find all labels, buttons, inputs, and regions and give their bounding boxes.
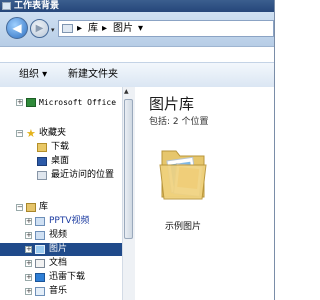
- sidebar-item-label: 图片: [49, 244, 68, 254]
- sidebar-item-microsoft-office[interactable]: + Microsoft Office: [0, 96, 122, 109]
- sidebar-item-downloads[interactable]: 下载: [0, 141, 122, 154]
- collapse-icon[interactable]: −: [16, 204, 23, 211]
- scrollbar-thumb[interactable]: [124, 99, 133, 239]
- window-title: 工作表背景: [14, 1, 60, 11]
- expand-icon[interactable]: +: [25, 260, 32, 267]
- back-button[interactable]: ◀: [6, 17, 28, 39]
- breadcrumb-library[interactable]: 库: [88, 21, 98, 36]
- sidebar-item-pictures[interactable]: + 图片: [0, 243, 122, 256]
- expand-icon[interactable]: +: [25, 288, 32, 295]
- desktop-icon: [37, 157, 47, 166]
- sidebar-item-label: 迅雷下载: [49, 272, 86, 282]
- sidebar-item-libraries[interactable]: − 库: [0, 201, 122, 214]
- sidebar-item-favorites[interactable]: − ★ 收藏夹: [0, 127, 122, 140]
- folder-icon: [159, 150, 207, 200]
- pictures-library-icon: [35, 245, 45, 254]
- recent-places-icon: [37, 171, 47, 180]
- page-title: 图片库: [149, 95, 195, 113]
- thunder-icon: [35, 273, 45, 282]
- star-icon: ★: [26, 127, 36, 140]
- command-bar: 组织 ▾ 新建文件夹: [0, 62, 274, 88]
- folder-icon: [2, 2, 11, 10]
- sidebar-item-documents[interactable]: + 文档: [0, 257, 122, 270]
- back-arrow-icon: ◀: [12, 21, 22, 35]
- music-library-icon: [35, 287, 45, 296]
- forward-arrow-icon: ▶: [35, 23, 44, 34]
- sidebar-item-label: 下载: [51, 142, 70, 152]
- expand-icon[interactable]: +: [25, 246, 32, 253]
- breadcrumb-separator: ▸: [77, 23, 83, 34]
- expand-icon[interactable]: +: [25, 218, 32, 225]
- navigation-pane: + Microsoft Office − ★ 收藏夹 下载 桌面 最近访问的位置…: [0, 87, 122, 300]
- sidebar-item-label: 最近访问的位置: [51, 170, 115, 180]
- sidebar-item-label: Microsoft Office: [39, 98, 117, 107]
- documents-library-icon: [35, 259, 45, 268]
- breadcrumb-pictures[interactable]: 图片: [113, 21, 133, 36]
- sidebar-item-desktop[interactable]: 桌面: [0, 155, 122, 168]
- sidebar-item-label: 音乐: [49, 286, 68, 296]
- content-pane: 图片库 包括: 2 个位置 示例图片: [135, 87, 274, 300]
- explorer-window: 工作表背景 ◀ ▶ ▾ ▸ 库 ▸ 图片 ▾ 组织 ▾ 新建文件夹 + Micr…: [0, 0, 275, 300]
- sidebar-item-label: PPTV视频: [49, 216, 90, 226]
- expand-icon[interactable]: +: [16, 99, 23, 106]
- navigation-bar: ◀ ▶ ▾ ▸ 库 ▸ 图片 ▾: [0, 12, 274, 47]
- expand-icon[interactable]: +: [25, 274, 32, 281]
- sidebar-item-label: 收藏夹: [39, 128, 67, 138]
- expand-icon[interactable]: +: [25, 232, 32, 239]
- sidebar-item-label: 文档: [49, 258, 68, 268]
- organize-button[interactable]: 组织 ▾: [19, 63, 47, 87]
- sidebar-item-pptv[interactable]: + PPTV视频: [0, 215, 122, 228]
- folder-label[interactable]: 示例图片: [165, 219, 201, 232]
- office-icon: [26, 98, 36, 107]
- recent-pages-dropdown[interactable]: ▾: [51, 26, 55, 34]
- sidebar-item-videos[interactable]: + 视频: [0, 229, 122, 242]
- video-library-icon: [35, 231, 45, 240]
- forward-button[interactable]: ▶: [30, 19, 49, 38]
- navigation-pane-scrollbar[interactable]: ▲: [122, 87, 135, 300]
- scroll-up-icon[interactable]: ▲: [124, 88, 129, 95]
- address-bar[interactable]: ▸ 库 ▸ 图片 ▾: [58, 20, 274, 37]
- library-icon: [26, 203, 36, 212]
- collapse-icon[interactable]: −: [16, 130, 23, 137]
- sidebar-item-thunder-downloads[interactable]: + 迅雷下载: [0, 271, 122, 284]
- sidebar-item-music[interactable]: + 音乐: [0, 285, 122, 298]
- library-locations-label[interactable]: 包括: 2 个位置: [149, 114, 208, 127]
- new-folder-button[interactable]: 新建文件夹: [68, 63, 118, 87]
- sidebar-item-recent-places[interactable]: 最近访问的位置: [0, 169, 122, 182]
- sidebar-item-label: 桌面: [51, 156, 70, 166]
- sidebar-item-label: 视频: [49, 230, 68, 240]
- sidebar-item-label: 库: [39, 202, 49, 212]
- pptv-icon: [35, 217, 45, 226]
- breadcrumb-dropdown[interactable]: ▾: [138, 21, 143, 36]
- sample-pictures-folder[interactable]: [158, 143, 210, 201]
- breadcrumb-separator: ▸: [102, 23, 108, 34]
- download-folder-icon: [37, 143, 47, 152]
- title-bar: 工作表背景: [0, 0, 274, 12]
- folder-icon: [62, 24, 73, 33]
